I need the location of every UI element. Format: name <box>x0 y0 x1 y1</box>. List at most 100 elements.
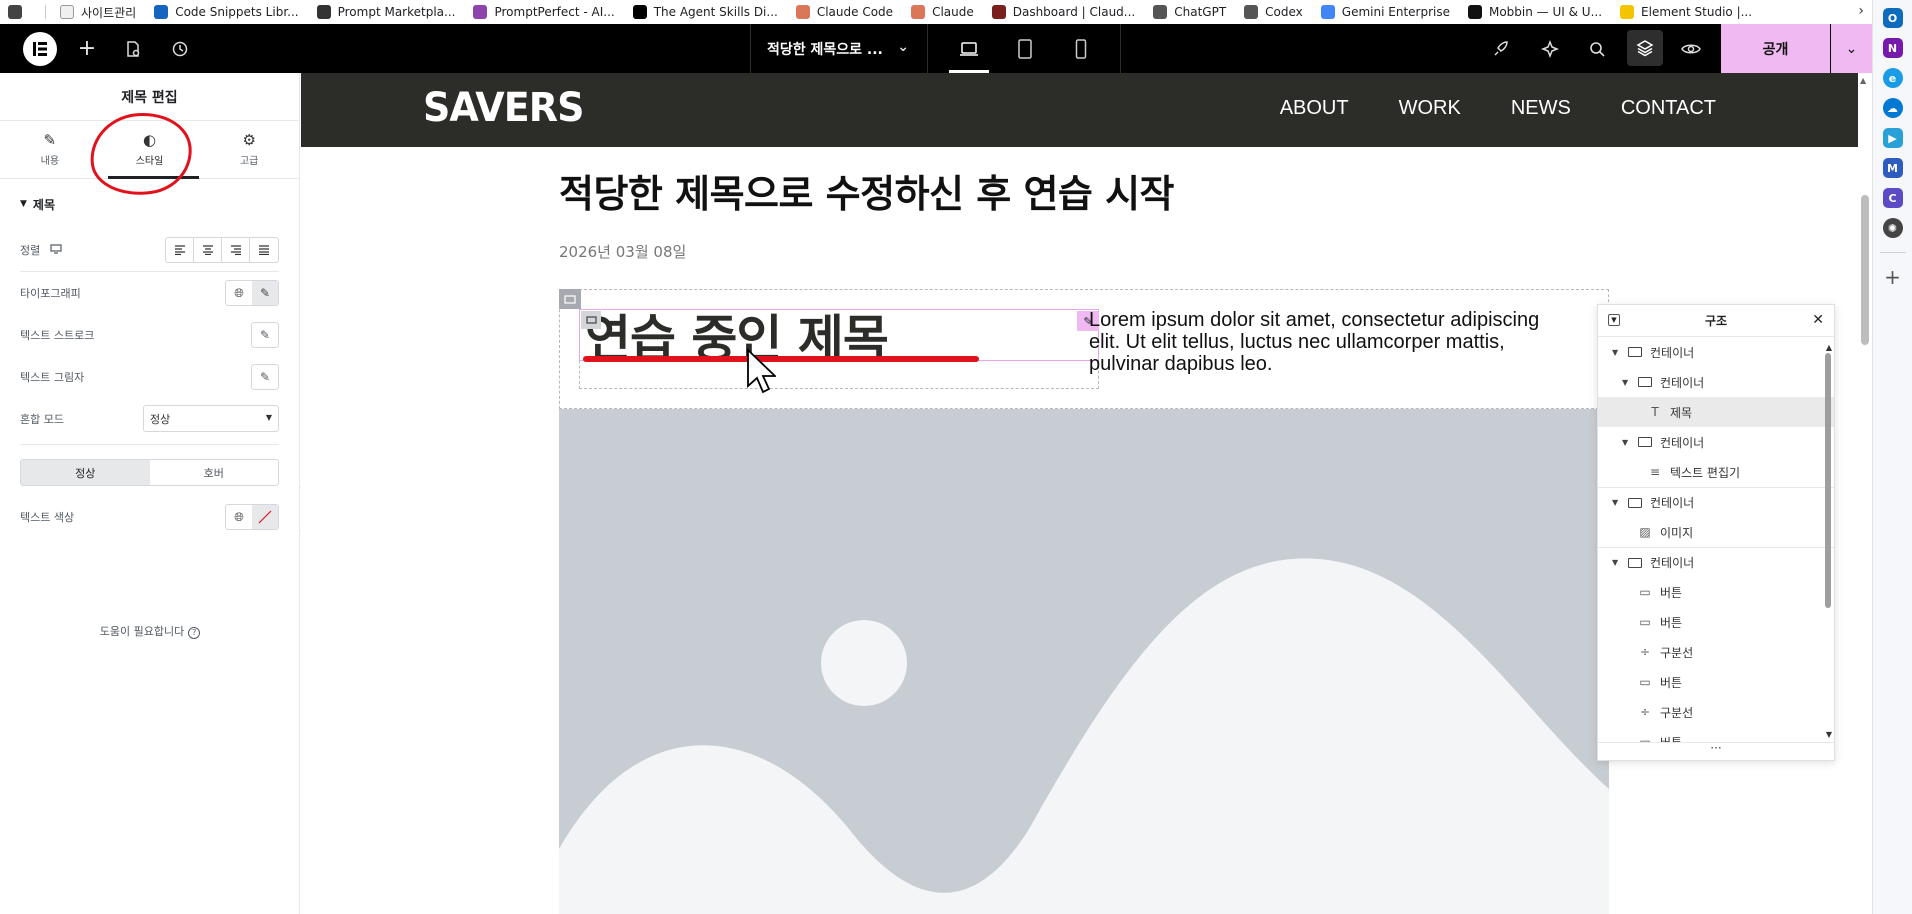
search-icon[interactable] <box>1577 24 1617 73</box>
ai-icon[interactable] <box>1530 24 1570 73</box>
caret-down-icon[interactable]: ▼ <box>1612 348 1624 357</box>
bookmark-item[interactable]: Claude <box>903 0 984 24</box>
edit-pencil-icon[interactable]: ✎ <box>251 322 279 348</box>
navigator-header[interactable]: ▼ 구조 ✕ <box>1598 305 1834 337</box>
caret-down-icon[interactable]: ▼ <box>1622 438 1634 447</box>
caret-down-icon[interactable]: ▼ <box>1612 558 1624 567</box>
tab-advanced[interactable]: ⚙ 고급 <box>199 121 299 178</box>
site-nav-link[interactable]: ABOUT <box>1280 97 1349 120</box>
globe-icon[interactable]: 🌐︎ <box>226 505 252 529</box>
bookmark-item[interactable]: Codex <box>1236 0 1313 24</box>
caret-down-icon[interactable]: ▼ <box>1612 498 1624 507</box>
publish-button[interactable]: 공개 <box>1721 24 1830 73</box>
canvas-scrollbar-thumb[interactable] <box>1861 195 1869 345</box>
site-nav-link[interactable]: WORK <box>1399 97 1461 120</box>
preview-eye-icon[interactable] <box>1671 24 1711 73</box>
history-icon[interactable] <box>160 24 200 73</box>
tab-content[interactable]: ✎ 내용 <box>0 121 100 178</box>
navigator-item[interactable]: ▭ 버튼 <box>1598 667 1834 697</box>
caret-down-icon[interactable]: ▼ <box>1622 378 1634 387</box>
structure-layers-icon[interactable] <box>1627 30 1663 66</box>
chatgpt-icon[interactable]: ✺ <box>1882 218 1903 238</box>
navigator-item[interactable]: ▼ 컨테이너 <box>1598 547 1834 577</box>
scroll-up-arrow-icon[interactable]: ▲ <box>1826 343 1832 352</box>
desktop-view-button[interactable] <box>941 24 997 73</box>
bookmark-item[interactable]: The Agent Skills Di... <box>625 0 788 24</box>
navigator-item[interactable]: ▼ 컨테이너 <box>1598 487 1834 517</box>
bookmark-item[interactable]: 사이트관리 <box>52 0 146 24</box>
copilot-icon[interactable]: C <box>1882 188 1903 208</box>
inner-container-handle-icon[interactable] <box>581 311 601 329</box>
navigator-resize-handle[interactable]: ··· <box>1598 742 1834 760</box>
align-justify-icon[interactable] <box>250 238 278 262</box>
help-link[interactable]: 도움이 필요합니다? <box>0 623 300 639</box>
site-nav-link[interactable]: CONTACT <box>1621 97 1716 120</box>
navigator-item-label: 버튼 <box>1660 615 1683 630</box>
edit-pencil-icon[interactable]: ✎ <box>252 281 278 305</box>
elementor-logo-icon[interactable] <box>23 32 57 66</box>
onenote-icon[interactable]: N <box>1882 38 1903 58</box>
outlook-icon[interactable]: O <box>1882 8 1903 28</box>
tablet-view-button[interactable] <box>997 24 1053 73</box>
site-nav-link[interactable]: NEWS <box>1511 97 1571 120</box>
scroll-up-arrow-icon[interactable]: ▲ <box>1860 76 1866 85</box>
gear-icon: ⚙ <box>242 131 256 149</box>
navigator-item[interactable]: ÷ 구분선 <box>1598 697 1834 727</box>
bookmark-item[interactable]: Claude Code <box>788 0 903 24</box>
navigator-item[interactable]: ▭ 버튼 <box>1598 577 1834 607</box>
add-icon[interactable]: + <box>1884 267 1901 287</box>
align-right-icon[interactable] <box>222 238 250 262</box>
globe-icon[interactable]: 🌐︎ <box>226 281 252 305</box>
post-title[interactable]: 적당한 제목으로 수정하신 후 연습 시작 <box>559 163 1175 218</box>
container-handle-icon[interactable] <box>559 289 581 309</box>
navigator-item[interactable]: ▼ 컨테이너 <box>1598 367 1834 397</box>
bookmark-item[interactable]: Mobbin — UI & U... <box>1460 0 1612 24</box>
navigator-scrollbar-thumb[interactable] <box>1825 353 1831 608</box>
collapse-all-icon[interactable]: ▼ <box>1608 314 1620 326</box>
navigator-item[interactable]: ≡ 텍스트 편집기 <box>1598 457 1834 487</box>
bookmark-item[interactable]: Prompt Marketpla... <box>309 0 466 24</box>
add-element-icon[interactable]: + <box>67 24 107 73</box>
blend-mode-select[interactable]: 정상 ▼ <box>143 405 279 432</box>
divider <box>45 5 46 19</box>
navigator-item[interactable]: ▭ 버튼 <box>1598 607 1834 637</box>
bookmark-item[interactable] <box>0 0 39 24</box>
document-title-dropdown[interactable]: 적당한 제목으로 ... ⌄ <box>750 24 928 73</box>
state-normal-button[interactable]: 정상 <box>21 460 150 485</box>
navigator-item-label: 컨테이너 <box>1650 556 1695 570</box>
bookmark-item[interactable]: Gemini Enterprise <box>1313 0 1460 24</box>
heading-widget-selection[interactable] <box>579 309 1099 361</box>
navigator-item[interactable]: ▨ 이미지 <box>1598 517 1834 547</box>
responsive-desktop-icon[interactable] <box>50 243 62 257</box>
align-left-icon[interactable] <box>166 238 194 262</box>
bookmark-item[interactable]: Code Snippets Libr... <box>146 0 308 24</box>
navigator-item[interactable]: ▼ 컨테이너 <box>1598 427 1834 457</box>
onedrive-icon[interactable]: ☁ <box>1882 98 1903 118</box>
bookmark-item[interactable]: Dashboard | Claud... <box>984 0 1146 24</box>
app-icon[interactable]: M <box>1882 158 1903 178</box>
align-center-icon[interactable] <box>194 238 222 262</box>
close-icon[interactable]: ✕ <box>1812 312 1824 328</box>
scroll-down-arrow-icon[interactable]: ▼ <box>1826 730 1832 739</box>
navigator-item[interactable]: ▭ 버튼 <box>1598 727 1834 742</box>
text-editor-widget[interactable]: Lorem ipsum dolor sit amet, consectetur … <box>1089 309 1569 375</box>
button-icon: ▭ <box>1639 585 1651 599</box>
edit-pencil-icon[interactable]: ✎ <box>251 364 279 390</box>
bookmarks-overflow-chevron-icon[interactable]: › <box>1858 3 1864 19</box>
power-automate-icon[interactable]: ▶ <box>1882 128 1903 148</box>
bookmark-item[interactable]: Element Studio |... <box>1612 0 1762 24</box>
publish-options-chevron-icon[interactable]: ⌄ <box>1831 24 1872 73</box>
mobile-view-button[interactable] <box>1053 24 1109 73</box>
image-placeholder[interactable] <box>559 409 1609 914</box>
bookmark-item[interactable]: PromptPerfect - AI... <box>465 0 624 24</box>
bookmark-item[interactable]: ChatGPT <box>1145 0 1236 24</box>
site-logo[interactable]: SAVERS <box>423 85 584 131</box>
launchpad-icon[interactable] <box>1481 24 1521 73</box>
page-settings-icon[interactable] <box>113 24 153 73</box>
navigator-item[interactable]: ▼ 컨테이너 <box>1598 337 1834 367</box>
color-swatch-empty-icon[interactable] <box>252 505 278 529</box>
navigator-item[interactable]: T 제목 <box>1598 397 1834 427</box>
state-hover-button[interactable]: 호버 <box>150 460 279 485</box>
navigator-item[interactable]: ÷ 구분선 <box>1598 637 1834 667</box>
edge-icon[interactable]: e <box>1882 68 1903 88</box>
